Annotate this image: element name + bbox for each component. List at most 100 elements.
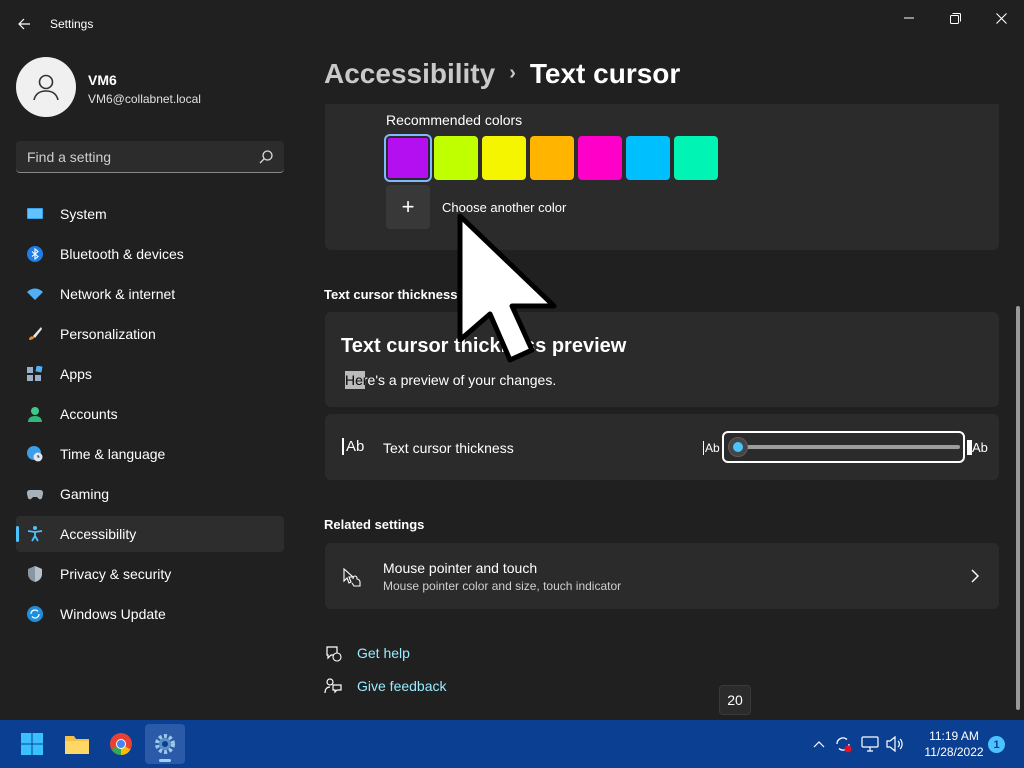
sidebar-item-label: Gaming (60, 486, 110, 502)
mouse-pointer-touch-link[interactable]: Mouse pointer and touch Mouse pointer co… (325, 543, 999, 609)
globe-clock-icon (27, 446, 43, 462)
start-button[interactable] (12, 724, 52, 764)
pointer-touch-icon (343, 567, 361, 587)
color-swatch[interactable] (434, 136, 478, 180)
color-swatch[interactable] (530, 136, 574, 180)
sync-icon[interactable] (834, 735, 852, 753)
chrome-icon (110, 733, 132, 755)
sidebar-item-accounts[interactable]: Accounts (16, 396, 284, 432)
scrollbar-thumb[interactable] (1016, 306, 1020, 710)
related-item-subtitle: Mouse pointer color and size, touch indi… (383, 579, 622, 593)
restore-button[interactable] (932, 4, 978, 32)
update-icon (27, 606, 43, 622)
sidebar-item-accessibility[interactable]: Accessibility (16, 516, 284, 552)
thickness-label: Text cursor thickness (383, 440, 514, 456)
minimize-button[interactable] (886, 4, 932, 32)
choose-another-color-label[interactable]: Choose another color (442, 200, 566, 215)
plus-icon: + (401, 194, 415, 219)
text-cursor-caret (345, 371, 365, 389)
add-color-button[interactable]: + (386, 185, 430, 229)
file-explorer-button[interactable] (57, 724, 97, 764)
sidebar-item-label: Apps (60, 366, 92, 382)
sidebar-item-bluetooth[interactable]: Bluetooth & devices (16, 236, 284, 272)
person-avatar-icon (33, 74, 59, 101)
user-email: VM6@collabnet.local (88, 92, 201, 106)
back-button[interactable] (10, 10, 38, 38)
minimize-icon (904, 17, 914, 19)
color-swatch[interactable] (578, 136, 622, 180)
color-swatch[interactable] (482, 136, 526, 180)
feedback-icon (324, 678, 342, 694)
user-profile[interactable]: VM6 VM6@collabnet.local (16, 57, 286, 117)
slider-track (736, 445, 960, 449)
network-icon[interactable] (861, 735, 879, 753)
settings-taskbar-button[interactable] (145, 724, 185, 764)
accessibility-icon (27, 526, 43, 542)
color-swatch[interactable] (674, 136, 718, 180)
help-chat-icon (326, 646, 342, 662)
sidebar-item-personalization[interactable]: Personalization (16, 316, 284, 352)
user-name: VM6 (88, 72, 117, 88)
brush-icon (29, 327, 42, 340)
sidebar-item-label: Accounts (60, 406, 118, 422)
search-input[interactable]: Find a setting (16, 141, 284, 173)
sidebar-item-label: Time & language (60, 446, 166, 462)
chevron-right-icon: › (509, 62, 516, 84)
clock-date: 11/28/2022 (924, 745, 984, 759)
thickness-section-title: Text cursor thickness (324, 287, 458, 302)
title-bar: Settings (0, 0, 1024, 48)
sidebar-item-label: Personalization (60, 326, 156, 342)
wifi-icon (27, 288, 43, 300)
app-title: Settings (50, 17, 94, 31)
taskbar-clock[interactable]: 11:19 AM 11/28/2022 (918, 728, 990, 760)
bluetooth-icon (27, 246, 43, 262)
slider-thumb[interactable] (728, 437, 748, 457)
thickness-slider[interactable] (722, 431, 965, 463)
sidebar-item-time-language[interactable]: Time & language (16, 436, 284, 472)
gear-icon (155, 734, 175, 754)
sidebar-item-apps[interactable]: Apps (16, 356, 284, 392)
taskbar: 11:19 AM 11/28/2022 (0, 720, 1024, 768)
search-icon (259, 150, 273, 164)
person-icon (28, 407, 42, 422)
scrollbar[interactable] (1015, 106, 1021, 718)
sidebar-item-network[interactable]: Network & internet (16, 276, 284, 312)
chevron-up-icon[interactable] (810, 735, 828, 753)
sidebar-item-label: Windows Update (60, 606, 166, 622)
sidebar-item-windows-update[interactable]: Windows Update (16, 596, 284, 632)
windows-logo-icon (21, 733, 43, 755)
close-icon (995, 12, 1007, 24)
sidebar-item-label: System (60, 206, 107, 222)
related-item-title: Mouse pointer and touch (383, 560, 538, 576)
thin-cursor-label: Ab (703, 441, 720, 455)
sidebar-item-label: Accessibility (60, 526, 137, 542)
thick-cursor-label: Ab (967, 440, 988, 455)
preview-card: Text cursor thickness preview Here's a p… (325, 312, 999, 407)
folder-icon (65, 736, 89, 754)
notification-badge[interactable]: 1 (988, 736, 1005, 753)
recommended-colors-label: Recommended colors (386, 112, 523, 128)
avatar (16, 57, 76, 117)
gamepad-icon (27, 489, 43, 500)
color-swatch[interactable] (384, 134, 432, 182)
sidebar-item-system[interactable]: System (16, 196, 284, 232)
thickness-setting-card: Ab Text cursor thickness Ab Ab (325, 414, 999, 480)
volume-icon[interactable] (886, 735, 904, 753)
related-settings-title: Related settings (324, 517, 425, 532)
sidebar-item-privacy[interactable]: Privacy & security (16, 556, 284, 592)
color-swatch[interactable] (626, 136, 670, 180)
chrome-button[interactable] (101, 724, 141, 764)
sidebar-item-label: Bluetooth & devices (60, 246, 184, 262)
sidebar-item-label: Privacy & security (60, 566, 172, 582)
chevron-right-icon (971, 569, 979, 583)
close-button[interactable] (978, 4, 1024, 32)
get-help-label: Get help (357, 645, 410, 661)
restore-icon (949, 12, 961, 24)
sidebar-nav: System Bluetooth & devices Network & int… (16, 196, 284, 636)
breadcrumb-parent[interactable]: Accessibility (324, 58, 495, 89)
back-arrow-icon (18, 18, 30, 30)
sidebar-item-gaming[interactable]: Gaming (16, 476, 284, 512)
settings-window: Settings VM6 VM6@collabnet.local Find a … (0, 0, 1024, 720)
search-placeholder: Find a setting (27, 149, 112, 165)
give-feedback-label: Give feedback (357, 678, 447, 694)
